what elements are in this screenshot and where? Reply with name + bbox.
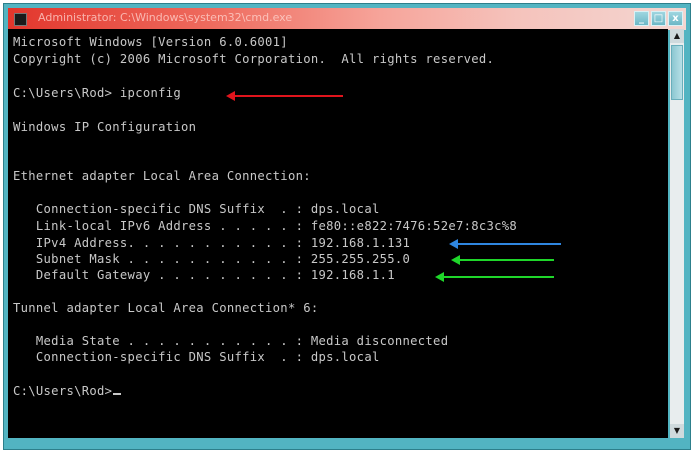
console-line: Ethernet adapter Local Area Connection: <box>13 169 311 183</box>
console-line: Copyright (c) 2006 Microsoft Corporation… <box>13 52 495 66</box>
console-line: IPv4 Address. . . . . . . . . . . : 192.… <box>13 236 411 250</box>
prompt-line: C:\Users\Rod> <box>13 384 122 398</box>
subnet-arrow-icon <box>451 255 554 265</box>
window-title: Administrator: C:\Windows\system32\cmd.e… <box>38 11 293 24</box>
arrow-head-icon <box>435 272 444 282</box>
close-button[interactable]: x <box>668 11 683 26</box>
console-line: Link-local IPv6 Address . . . . . : fe80… <box>13 219 518 233</box>
minimize-button[interactable]: _ <box>634 11 649 26</box>
console-line: Microsoft Windows [Version 6.0.6001] <box>13 35 288 49</box>
text-cursor <box>113 393 122 395</box>
arrow-head-icon <box>226 91 235 101</box>
ipconfig-arrow-icon <box>226 91 343 101</box>
scroll-thumb[interactable] <box>671 45 683 100</box>
scroll-down-icon[interactable]: ▼ <box>670 424 684 438</box>
scroll-up-icon[interactable]: ▲ <box>670 29 684 43</box>
maximize-button[interactable]: □ <box>651 11 666 26</box>
console-line: Windows IP Configuration <box>13 120 197 134</box>
console-line: Connection-specific DNS Suffix . : dps.l… <box>13 350 380 364</box>
arrow-head-icon <box>449 239 458 249</box>
console-line: Subnet Mask . . . . . . . . . . . : 255.… <box>13 252 411 266</box>
console-output[interactable]: Microsoft Windows [Version 6.0.6001] Cop… <box>8 29 668 438</box>
window-controls: _ □ x <box>634 11 683 26</box>
console-line: Media State . . . . . . . . . . . : Medi… <box>13 334 449 348</box>
title-bar[interactable]: Administrator: C:\Windows\system32\cmd.e… <box>8 8 686 30</box>
console-line: Connection-specific DNS Suffix . : dps.l… <box>13 202 380 216</box>
vertical-scrollbar[interactable]: ▲ ▼ <box>670 29 684 438</box>
command-line: C:\Users\Rod> ipconfig <box>13 86 182 100</box>
gateway-arrow-icon <box>435 272 554 282</box>
console-line: Tunnel adapter Local Area Connection* 6: <box>13 301 319 315</box>
prompt-text: C:\Users\Rod> <box>13 384 113 398</box>
cmd-icon[interactable] <box>14 13 27 26</box>
console-line: Default Gateway . . . . . . . . . : 192.… <box>13 268 395 282</box>
arrow-head-icon <box>451 255 460 265</box>
ipv4-arrow-icon <box>449 239 561 249</box>
